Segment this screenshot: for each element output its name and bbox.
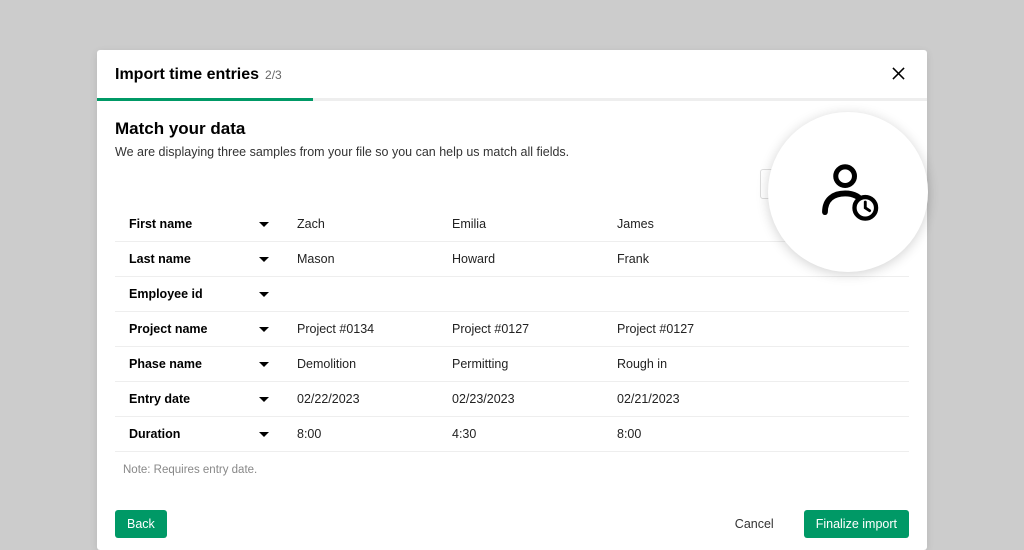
table-row: Phase name Demolition Permitting Rough i…	[115, 347, 909, 382]
sample-cell: Project #0127	[438, 322, 603, 336]
sample-cell: Permitting	[438, 357, 603, 371]
sample-cell: Howard	[438, 252, 603, 266]
back-button[interactable]: Back	[115, 510, 167, 538]
sample-cell: Zach	[283, 217, 438, 231]
caret-down-icon	[259, 292, 269, 297]
field-label: Project name	[129, 322, 208, 336]
field-dropdown-phase-name[interactable]: Phase name	[115, 357, 283, 371]
field-dropdown-project-name[interactable]: Project name	[115, 322, 283, 336]
field-label: Duration	[129, 427, 180, 441]
field-dropdown-employee-id[interactable]: Employee id	[115, 287, 283, 301]
modal-title: Import time entries	[115, 66, 259, 84]
sample-cell: 02/21/2023	[603, 392, 758, 406]
caret-down-icon	[259, 222, 269, 227]
sample-cell: 02/22/2023	[283, 392, 438, 406]
table-row: Project name Project #0134 Project #0127…	[115, 312, 909, 347]
table-row: Employee id	[115, 277, 909, 312]
sample-cell: Emilia	[438, 217, 603, 231]
table-row: Duration 8:00 4:30 8:00	[115, 417, 909, 452]
caret-down-icon	[259, 362, 269, 367]
caret-down-icon	[259, 432, 269, 437]
sample-cell: James	[603, 217, 758, 231]
field-label: Last name	[129, 252, 191, 266]
sample-cell: Project #0134	[283, 322, 438, 336]
field-label: Phase name	[129, 357, 202, 371]
caret-down-icon	[259, 257, 269, 262]
modal-footer: Back Cancel Finalize import	[115, 510, 909, 538]
sample-cell: Project #0127	[603, 322, 758, 336]
field-dropdown-last-name[interactable]: Last name	[115, 252, 283, 266]
modal-title-wrap: Import time entries 2/3	[115, 66, 282, 84]
field-label: Employee id	[129, 287, 203, 301]
user-clock-badge	[768, 112, 928, 272]
finalize-import-button[interactable]: Finalize import	[804, 510, 909, 538]
close-button[interactable]	[887, 64, 909, 86]
sample-cell: Demolition	[283, 357, 438, 371]
cancel-button[interactable]: Cancel	[723, 510, 786, 538]
modal-header: Import time entries 2/3	[97, 50, 927, 98]
field-dropdown-duration[interactable]: Duration	[115, 427, 283, 441]
field-label: First name	[129, 217, 192, 231]
field-label: Entry date	[129, 392, 190, 406]
sample-cell: Mason	[283, 252, 438, 266]
field-dropdown-entry-date[interactable]: Entry date	[115, 392, 283, 406]
caret-down-icon	[259, 327, 269, 332]
close-icon	[892, 67, 905, 80]
sample-cell: 8:00	[283, 427, 438, 441]
sample-cell: 02/23/2023	[438, 392, 603, 406]
sample-cell: Rough in	[603, 357, 758, 371]
sample-cell: 4:30	[438, 427, 603, 441]
caret-down-icon	[259, 397, 269, 402]
note-text: Note: Requires entry date.	[115, 452, 909, 476]
sample-cell: Frank	[603, 252, 758, 266]
sample-cell: 8:00	[603, 427, 758, 441]
footer-right: Cancel Finalize import	[723, 510, 909, 538]
field-dropdown-first-name[interactable]: First name	[115, 217, 283, 231]
table-row: Entry date 02/22/2023 02/23/2023 02/21/2…	[115, 382, 909, 417]
user-clock-icon	[812, 156, 884, 228]
modal-step: 2/3	[265, 68, 282, 82]
